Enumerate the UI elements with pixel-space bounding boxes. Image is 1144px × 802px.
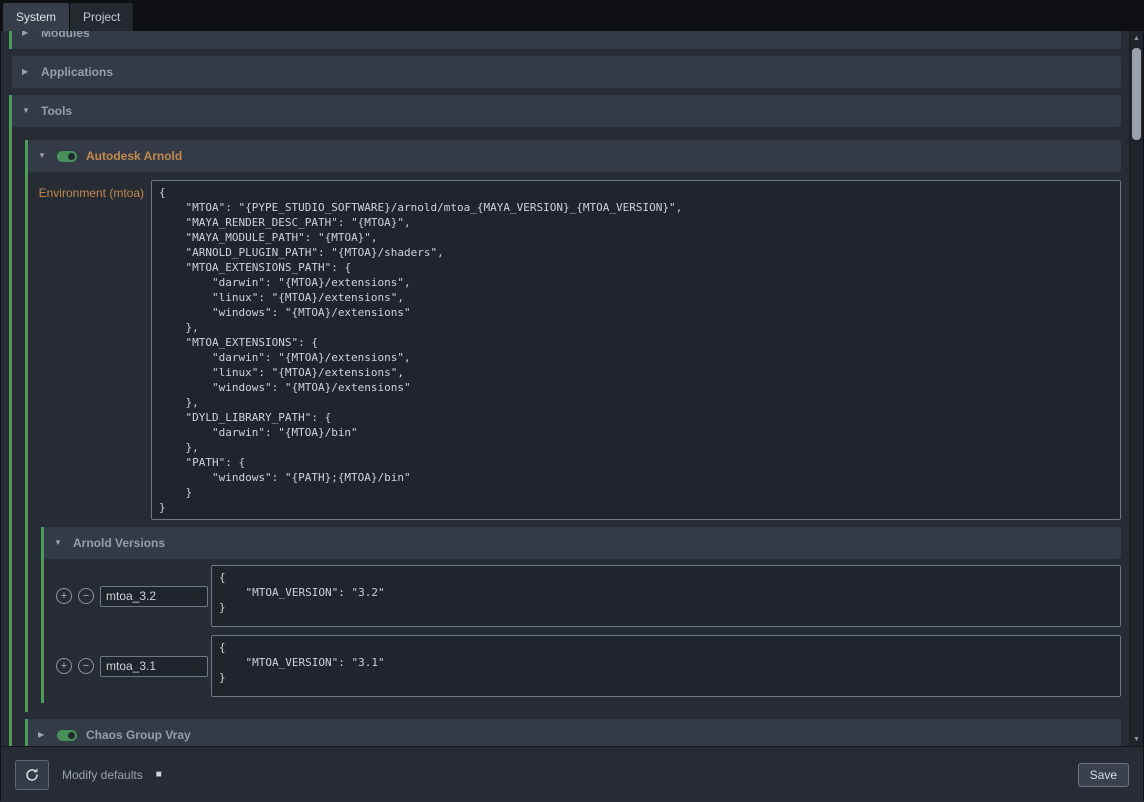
environment-label: Environment (mtoa): [28, 180, 151, 200]
section-tools: ▼ Tools ▼ Autodesk Arnold Environment (m…: [9, 95, 1121, 746]
settings-content: ▶ Modules ▶ Applications ▼ Tools: [1, 31, 1143, 746]
chevron-right-icon: ▶: [22, 31, 32, 37]
environment-json-textarea[interactable]: { "MTOA": "{PYPE_STUDIO_SOFTWARE}/arnold…: [151, 180, 1121, 520]
version-key-input[interactable]: [100, 586, 208, 607]
version-row: + − { "MTOA_VERSION": "3.1" }: [44, 635, 1121, 697]
version-json-textarea[interactable]: { "MTOA_VERSION": "3.1" }: [211, 635, 1121, 697]
scrollbar-up-button[interactable]: ▲: [1130, 31, 1143, 45]
version-key-input[interactable]: [100, 656, 208, 677]
chevron-down-icon: ▼: [38, 152, 48, 160]
settings-app: System Project ▶ Modules ▶ Applications …: [0, 0, 1144, 801]
chevron-right-icon: ▶: [22, 68, 32, 76]
group-label-arnold-versions: Arnold Versions: [73, 536, 165, 550]
chevron-right-icon: ▶: [38, 731, 48, 739]
group-header-chaos-group-vray[interactable]: ▶ Chaos Group Vray: [28, 719, 1121, 746]
vray-enabled-toggle[interactable]: [57, 730, 77, 741]
arnold-enabled-toggle[interactable]: [57, 151, 77, 162]
group-chaos-group-vray: ▶ Chaos Group Vray: [25, 719, 1121, 746]
version-row: + − { "MTOA_VERSION": "3.2" }: [44, 565, 1121, 627]
environment-field-row: Environment (mtoa) { "MTOA": "{PYPE_STUD…: [28, 180, 1121, 520]
tab-bar: System Project: [1, 1, 1143, 31]
save-button[interactable]: Save: [1078, 763, 1129, 787]
tab-project[interactable]: Project: [70, 3, 133, 31]
modify-defaults-label: Modify defaults: [62, 768, 143, 782]
add-item-button[interactable]: +: [56, 588, 72, 604]
toggle-knob: [68, 732, 75, 739]
refresh-button[interactable]: [15, 760, 49, 790]
add-item-button[interactable]: +: [56, 658, 72, 674]
section-label-tools: Tools: [41, 104, 72, 118]
refresh-icon: [24, 767, 40, 783]
version-row-controls: + −: [44, 586, 211, 607]
modify-defaults-checkbox[interactable]: ■: [156, 770, 162, 780]
scrollbar-track[interactable]: [1130, 45, 1143, 732]
footer-bar: Modify defaults ■ Save: [1, 746, 1143, 802]
group-header-autodesk-arnold[interactable]: ▼ Autodesk Arnold: [28, 140, 1121, 172]
version-row-controls: + −: [44, 656, 211, 677]
tab-system[interactable]: System: [3, 3, 69, 31]
section-label-modules: Modules: [41, 31, 90, 40]
section-applications: ▶ Applications: [9, 56, 1121, 88]
toggle-knob: [68, 153, 75, 160]
chevron-down-icon: ▼: [22, 107, 32, 115]
section-header-applications[interactable]: ▶ Applications: [12, 56, 1121, 88]
section-modules: ▶ Modules: [9, 31, 1121, 49]
section-header-modules[interactable]: ▶ Modules: [12, 31, 1121, 49]
scrollbar-thumb[interactable]: [1132, 48, 1141, 140]
group-header-arnold-versions[interactable]: ▼ Arnold Versions: [44, 527, 1121, 559]
scrollbar-down-button[interactable]: ▼: [1130, 732, 1143, 746]
version-json-textarea[interactable]: { "MTOA_VERSION": "3.2" }: [211, 565, 1121, 627]
remove-item-button[interactable]: −: [78, 658, 94, 674]
chevron-down-icon: ▼: [54, 539, 64, 547]
group-arnold-versions: ▼ Arnold Versions + −: [41, 527, 1121, 703]
vertical-scrollbar[interactable]: ▲ ▼: [1129, 31, 1143, 746]
section-label-applications: Applications: [41, 65, 113, 79]
group-autodesk-arnold: ▼ Autodesk Arnold Environment (mtoa) { "…: [25, 140, 1121, 712]
group-label-autodesk-arnold: Autodesk Arnold: [86, 149, 182, 163]
section-header-tools[interactable]: ▼ Tools: [12, 95, 1121, 127]
group-label-chaos-group-vray: Chaos Group Vray: [86, 728, 191, 742]
settings-scroll-area: ▶ Modules ▶ Applications ▼ Tools: [1, 31, 1129, 746]
remove-item-button[interactable]: −: [78, 588, 94, 604]
